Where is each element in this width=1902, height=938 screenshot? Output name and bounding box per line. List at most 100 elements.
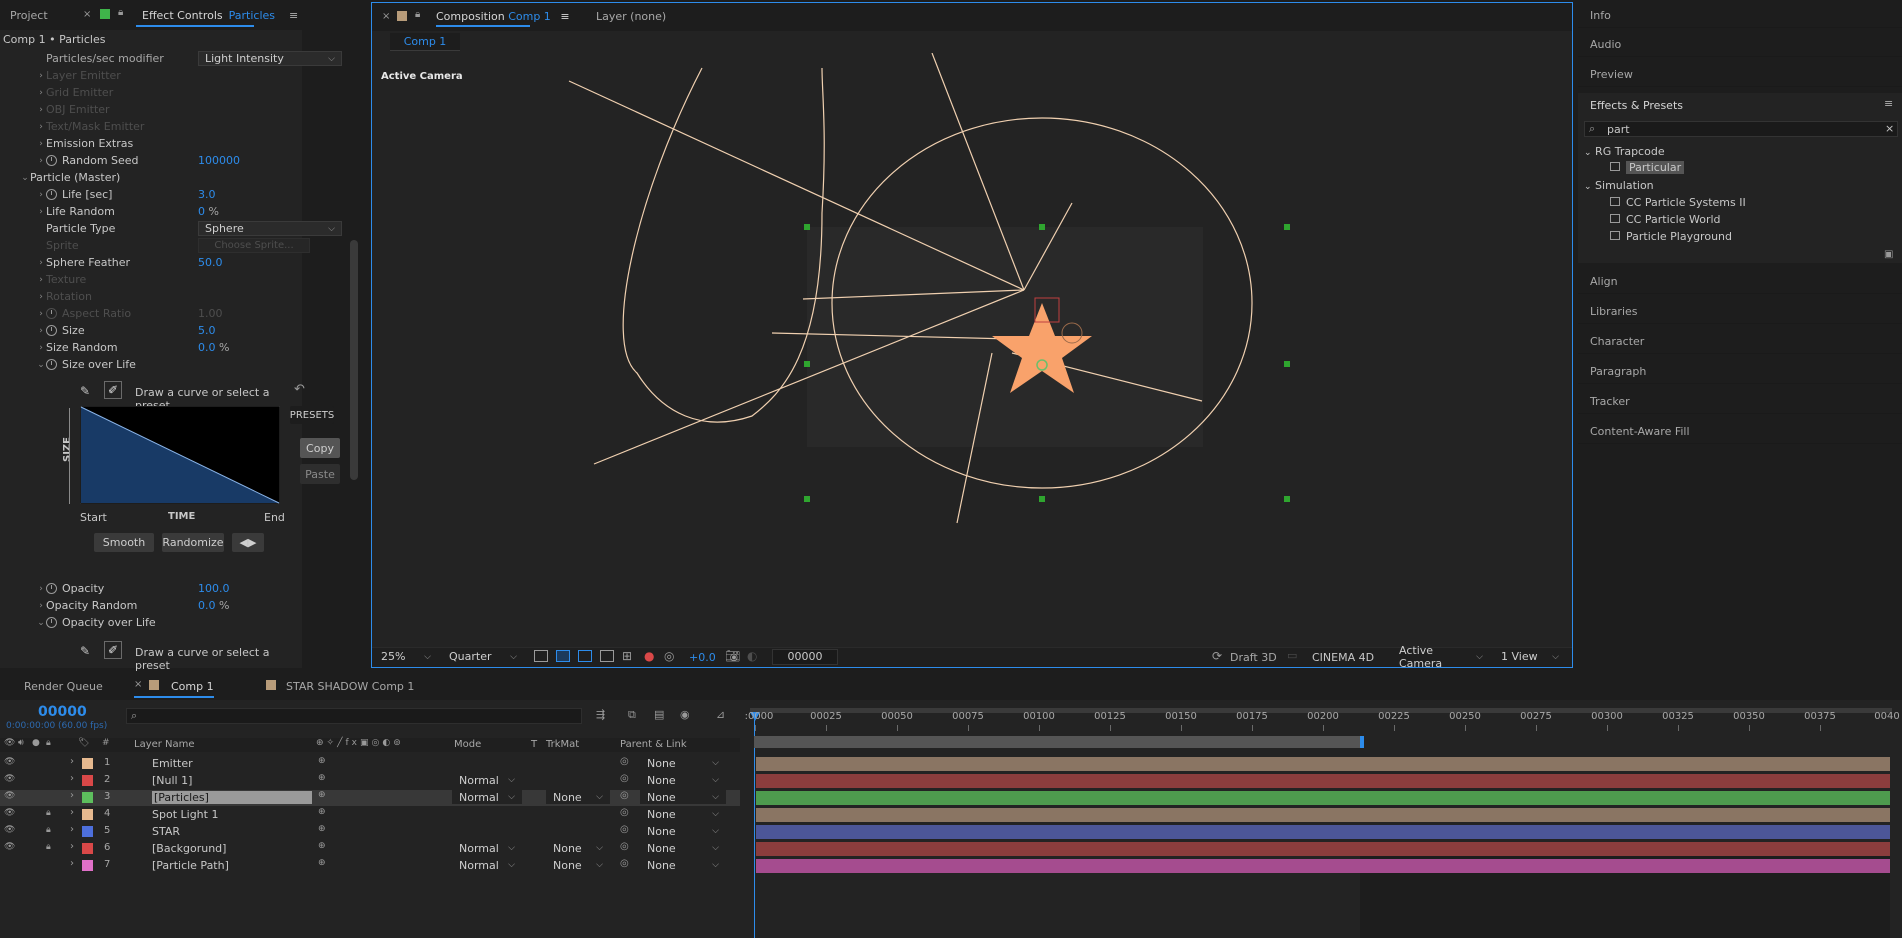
channels-icon[interactable]: ●	[644, 649, 654, 663]
parent-dropdown[interactable]: None ⌵	[640, 790, 726, 804]
layer-name[interactable]: [Null 1]	[152, 774, 192, 787]
stopwatch-icon[interactable]	[46, 325, 57, 336]
tab-star-shadow[interactable]: STAR SHADOW Comp 1	[286, 680, 414, 693]
group-rg-trapcode[interactable]: ⌄ RG Trapcode	[1584, 145, 1665, 158]
region-of-interest-icon[interactable]	[600, 650, 614, 662]
lock-icon[interactable]: 🔒︎	[46, 825, 51, 835]
layer-row[interactable]: 👁︎ › 2 [Null 1] ⊕ Normal ⌵ ◎ None ⌵	[0, 773, 740, 789]
stopwatch-icon[interactable]	[46, 583, 57, 594]
chevron-right-icon[interactable]: ›	[36, 190, 46, 200]
trkmat-dropdown[interactable]: None ⌵	[546, 858, 610, 872]
parent-dropdown[interactable]: None ⌵	[640, 756, 726, 770]
shy-layers-icon[interactable]: ▤	[654, 708, 664, 721]
expand-chevron-icon[interactable]: ›	[70, 807, 74, 818]
resolution-dropdown[interactable]: Quarter ⌵	[442, 649, 524, 664]
parent-dropdown[interactable]: None ⌵	[640, 773, 726, 787]
comp-subtab[interactable]: Comp 1	[390, 33, 460, 51]
prop-rotation[interactable]: › Rotation	[36, 288, 92, 305]
prop-size-over-life[interactable]: ⌄ Size over Life	[36, 356, 136, 373]
zoom-dropdown[interactable]: 25% ⌵	[374, 649, 438, 664]
presets-button[interactable]: PRESETS	[290, 406, 334, 424]
tab-composition[interactable]: Composition Comp 1 ≡	[436, 10, 570, 23]
content-aware-fill-tab[interactable]: Content-Aware Fill	[1578, 420, 1902, 444]
layer-row[interactable]: 👁︎ › 3 [Particles] ⊕ Normal ⌵ None ⌵ ◎ None ⌵	[0, 790, 740, 806]
new-bin-icon[interactable]: ▣	[1884, 249, 1893, 260]
mode-dropdown[interactable]: Normal ⌵	[452, 841, 522, 855]
transform-handle[interactable]	[804, 224, 810, 230]
tab-project[interactable]: Project	[0, 0, 90, 30]
label-color-swatch[interactable]	[82, 826, 93, 837]
close-icon[interactable]: ×	[83, 9, 91, 20]
chevron-right-icon[interactable]: ›	[36, 258, 46, 268]
flip-button[interactable]: ◀▶	[232, 533, 264, 552]
pickwhip-icon[interactable]: ◎	[620, 773, 629, 784]
layer-row[interactable]: 👁︎ 🔒︎ › 4 Spot Light 1 ⊕ ◎ None ⌵	[0, 807, 740, 823]
transform-handle[interactable]	[1284, 496, 1290, 502]
parent-dropdown[interactable]: None ⌵	[640, 841, 726, 855]
pickwhip-icon[interactable]: ◎	[620, 756, 629, 767]
close-icon[interactable]: ×	[382, 11, 390, 22]
stopwatch-icon[interactable]	[46, 617, 57, 628]
copy-button[interactable]: Copy	[300, 438, 340, 458]
renderer-label[interactable]: CINEMA 4D	[1312, 651, 1374, 664]
lock-icon[interactable]: 🔒︎	[46, 808, 51, 818]
layer-duration-bar[interactable]	[756, 808, 1890, 822]
paste-button[interactable]: Paste	[300, 464, 340, 484]
layer-switches[interactable]: ⊕	[318, 807, 326, 817]
size-random-value[interactable]: 0.0 %	[198, 341, 229, 354]
pickwhip-icon[interactable]: ◎	[620, 841, 629, 852]
layer-duration-bar[interactable]	[756, 791, 1890, 805]
show-snapshot-icon[interactable]: ◐	[747, 649, 757, 663]
sphere-feather-value[interactable]: 50.0	[198, 256, 223, 269]
layer-switches[interactable]: ⊕	[318, 773, 326, 783]
transform-handle[interactable]	[1039, 496, 1045, 502]
view-dropdown[interactable]: 1 View ⌵	[1494, 649, 1566, 664]
label-color-swatch[interactable]	[82, 758, 93, 769]
opacity-value[interactable]: 100.0	[198, 582, 230, 595]
graph-editor-icon[interactable]: ⊿	[716, 708, 725, 721]
fast-preview-icon[interactable]	[534, 650, 548, 662]
size-value[interactable]: 5.0	[198, 324, 216, 337]
label-color-swatch[interactable]	[82, 792, 93, 803]
prop-layer-emitter[interactable]: › Layer Emitter	[36, 67, 121, 84]
eye-icon[interactable]: 👁︎	[4, 808, 15, 818]
pickwhip-icon[interactable]: ◎	[620, 824, 629, 835]
stopwatch-icon[interactable]	[46, 155, 57, 166]
prop-texture[interactable]: › Texture	[36, 271, 86, 288]
comp-mini-flowchart-icon[interactable]: ⇶	[596, 708, 605, 721]
align-panel-tab[interactable]: Align	[1578, 270, 1902, 294]
layer-name[interactable]: STAR	[152, 825, 180, 838]
current-frame[interactable]: 00000	[38, 704, 87, 720]
undo-icon[interactable]: ↶	[294, 382, 305, 397]
col-mode[interactable]: Mode	[454, 739, 481, 750]
preview-panel-tab[interactable]: Preview	[1578, 63, 1902, 87]
draft-3d-label[interactable]: Draft 3D	[1230, 651, 1277, 664]
layer-switches[interactable]: ⊕	[318, 841, 326, 851]
grid-guides-icon[interactable]: ⊞	[622, 649, 632, 663]
clear-search-icon[interactable]: ×	[1885, 122, 1894, 135]
label-color-swatch[interactable]	[82, 809, 93, 820]
camera-dropdown[interactable]: Active Camera ⌵	[1392, 644, 1490, 670]
trkmat-dropdown[interactable]: None ⌵	[546, 790, 610, 804]
prop-opacity-over-life[interactable]: ⌄ Opacity over Life	[36, 614, 155, 631]
paragraph-panel-tab[interactable]: Paragraph	[1578, 360, 1902, 384]
exposure-value[interactable]: +0.0	[689, 651, 716, 664]
expand-chevron-icon[interactable]: ›	[70, 858, 74, 869]
effect-item-particular[interactable]: Particular	[1610, 161, 1685, 174]
layer-duration-bar[interactable]	[756, 825, 1890, 839]
eye-icon[interactable]: 👁︎	[4, 791, 15, 801]
mask-path-icon[interactable]	[578, 650, 592, 662]
effect-item[interactable]: CC Particle World	[1610, 213, 1721, 226]
timecode-field[interactable]: 00000	[772, 649, 838, 665]
col-layer-name[interactable]: Layer Name	[134, 739, 195, 750]
layer-duration-bar[interactable]	[756, 842, 1890, 856]
size-curve-graph[interactable]	[80, 406, 280, 504]
layer-duration-bar[interactable]	[756, 757, 1890, 771]
pencil-icon[interactable]: ✐	[104, 641, 122, 659]
timeline-search-input[interactable]: ⌕	[126, 708, 582, 724]
layer-row[interactable]: › 7 [Particle Path] ⊕ Normal ⌵ None ⌵ ◎ None ⌵	[0, 858, 740, 874]
parent-dropdown[interactable]: None ⌵	[640, 858, 726, 872]
lock-icon[interactable]: 🔒︎	[46, 842, 51, 852]
layer-name[interactable]: Emitter	[152, 757, 193, 770]
brush-icon[interactable]: ✎	[80, 644, 90, 658]
